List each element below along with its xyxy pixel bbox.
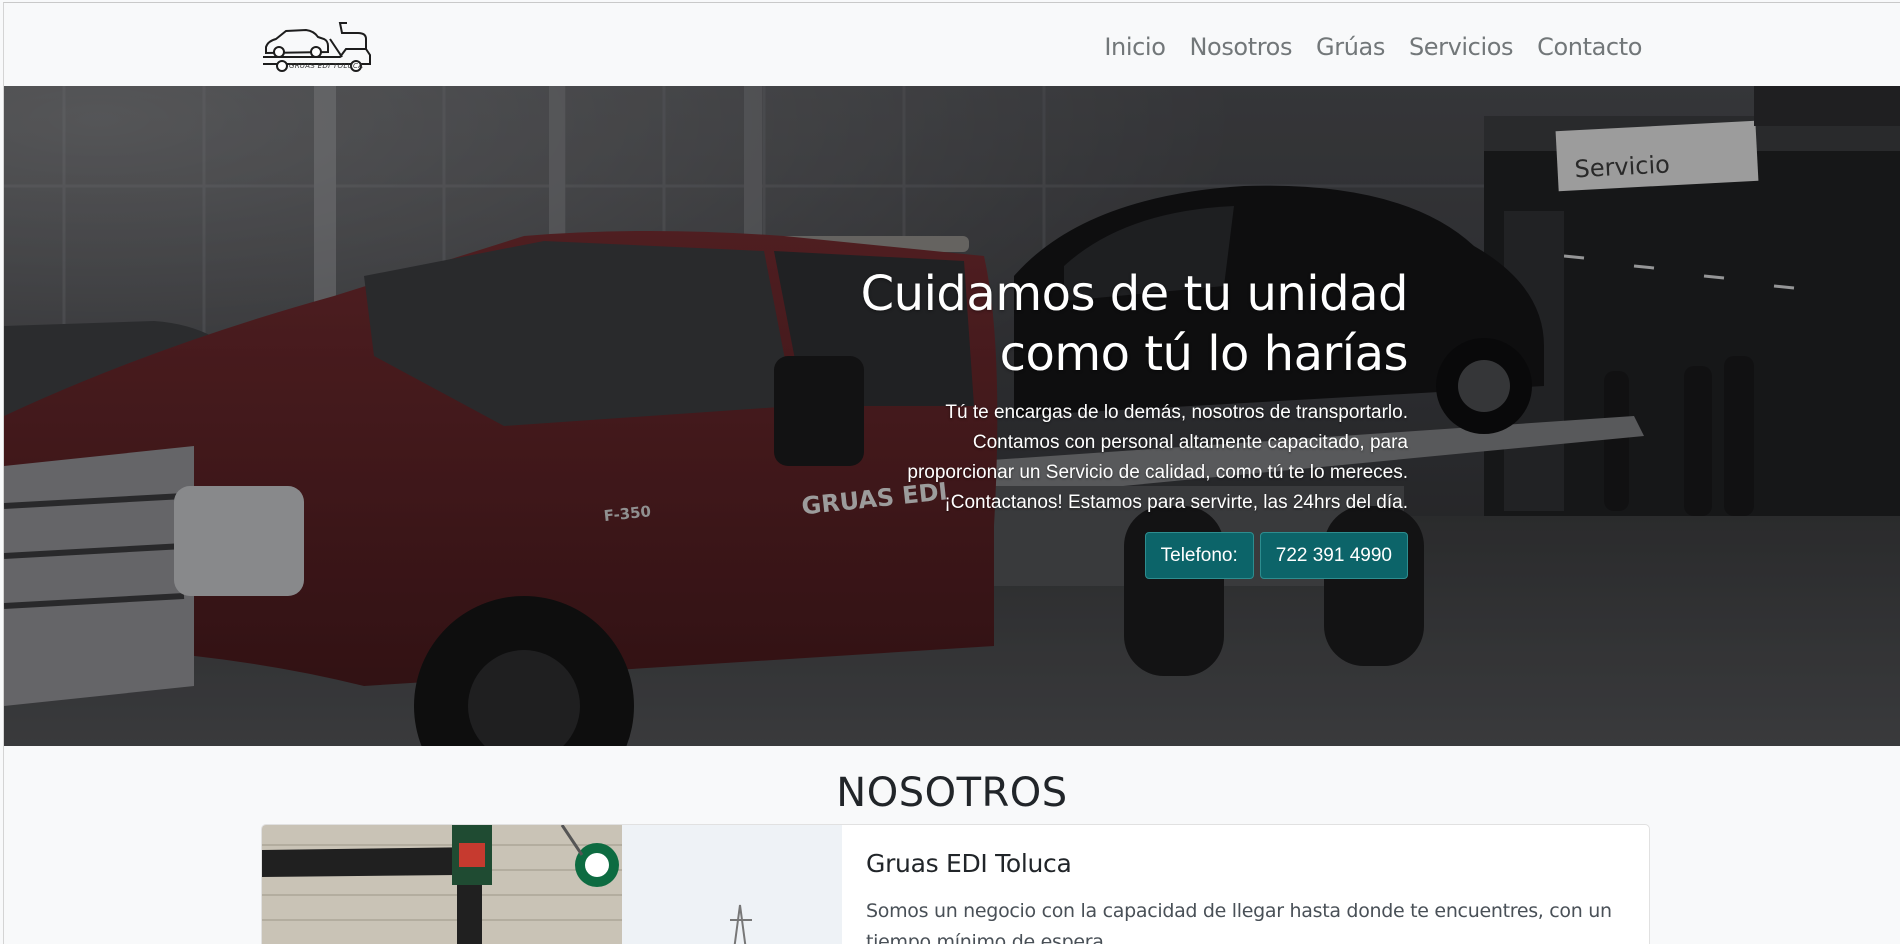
nosotros-card: Gruas EDI Toluca Somos un negocio con la… [261, 824, 1650, 944]
hero-lead-line: Contamos con personal altamente capacita… [972, 432, 1408, 453]
navbar: GRUAS EDI TOLUCA Inicio Nosotros Grúas S… [4, 3, 1900, 86]
page: GRUAS EDI TOLUCA Inicio Nosotros Grúas S… [3, 2, 1900, 944]
brand-caption: GRUAS EDI TOLUCA [289, 62, 364, 70]
phone-label-button[interactable]: Telefono: [1144, 532, 1254, 579]
hero-content: Cuidamos de tu unidad como tú lo harías … [788, 264, 1409, 579]
nosotros-card-body: Gruas EDI Toluca Somos un negocio con la… [866, 849, 1636, 944]
hero-title-line-2: como tú lo harías [999, 326, 1409, 382]
nav-link-nosotros[interactable]: Nosotros [1177, 31, 1304, 63]
nav-links: Inicio Nosotros Grúas Servicios Contacto [1092, 31, 1642, 63]
nav-link-contacto[interactable]: Contacto [1525, 31, 1642, 63]
hero-buttons: Telefono: 722 391 4990 [788, 532, 1408, 579]
nav-link-inicio[interactable]: Inicio [1092, 31, 1177, 63]
hero-lead-line: ¡Contactanos! Estamos para servirte, las… [944, 492, 1408, 513]
phone-number-button[interactable]: 722 391 4990 [1259, 532, 1408, 579]
hero-section: Servicio GRUAS EDI F-350 Cuidamos de tu … [4, 86, 1900, 746]
nav-link-servicios[interactable]: Servicios [1397, 31, 1525, 63]
hero-title: Cuidamos de tu unidad como tú lo harías [788, 264, 1409, 384]
nav-link-gruas[interactable]: Grúas [1304, 31, 1397, 63]
nosotros-heading: NOSOTROS [836, 770, 1068, 816]
hero-lead: Tú te encargas de lo demás, nosotros de … [788, 398, 1408, 518]
hero-lead-line: Tú te encargas de lo demás, nosotros de … [945, 402, 1408, 423]
hero-title-line-1: Cuidamos de tu unidad [860, 266, 1409, 322]
hero-lead-line: proporcionar un Servicio de calidad, com… [907, 462, 1408, 483]
nosotros-card-title: Gruas EDI Toluca [866, 849, 1072, 878]
nosotros-card-text: Somos un negocio con la capacidad de lle… [866, 900, 1612, 944]
storefront-image [262, 825, 842, 944]
